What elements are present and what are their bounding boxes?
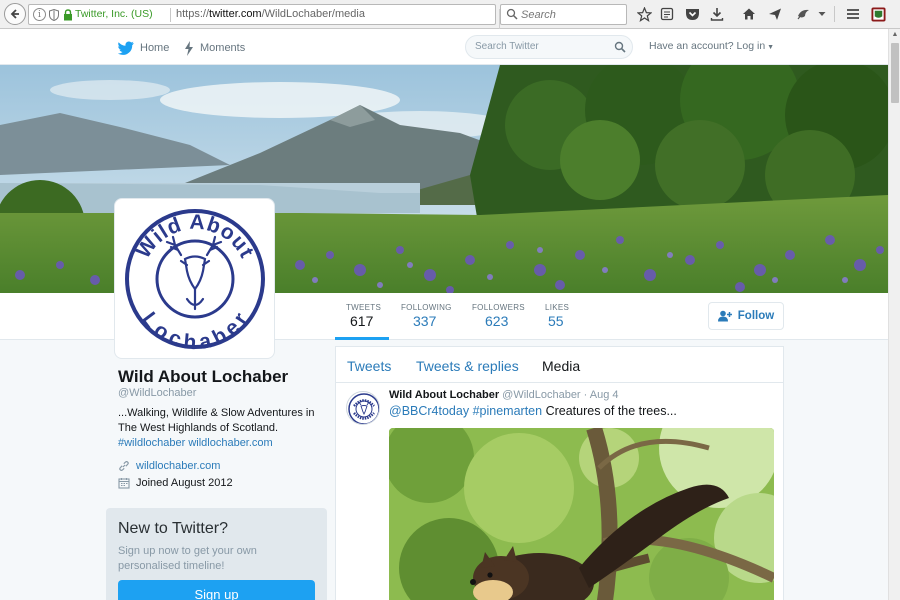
stat-likes[interactable]: LIKES 55 [545, 293, 585, 340]
website-text: wildlochaber.com [136, 460, 221, 472]
signup-prompt: New to Twitter? Sign up now to get your … [106, 508, 327, 600]
tweet-separator: · [583, 389, 588, 401]
search-icon[interactable] [614, 41, 626, 53]
joined-text: Joined August 2012 [136, 477, 233, 489]
stat-tweets-label: TWEETS [346, 303, 382, 312]
search-icon [506, 8, 518, 20]
bio-hashtag[interactable]: #wildlochaber [118, 437, 185, 449]
login-link[interactable]: Have an account? Log in ▼ [649, 40, 774, 52]
twitter-search-placeholder: Search Twitter [475, 41, 539, 52]
calendar-icon [118, 478, 130, 489]
info-icon[interactable]: i [33, 8, 46, 21]
back-button[interactable] [4, 3, 26, 25]
stat-tweets[interactable]: TWEETS 617 [335, 293, 389, 340]
profile-joined: Joined August 2012 [118, 476, 233, 490]
stat-following[interactable]: FOLLOWING 337 [401, 293, 461, 340]
browser-search-box[interactable]: Search [500, 4, 627, 25]
tweet-author-handle[interactable]: @WildLochaber [502, 389, 580, 401]
url-prefix: https:// [176, 8, 210, 20]
follow-label: Follow [737, 310, 775, 322]
scroll-up-arrow-icon[interactable]: ▲ [889, 29, 900, 41]
shield-icon[interactable] [49, 9, 59, 21]
tweet-author-name[interactable]: Wild About Lochaber [389, 389, 499, 401]
nav-home-label: Home [140, 42, 170, 54]
toolbar-divider [834, 6, 835, 22]
tab-tweets-replies[interactable]: Tweets & replies [416, 358, 519, 374]
tweet-avatar[interactable] [346, 391, 380, 425]
tweet-mention[interactable]: @BBCr4today [389, 404, 469, 418]
page-scrollbar[interactable]: ▲ [888, 29, 900, 600]
stat-followers-value: 623 [485, 313, 509, 329]
pine-marten-photo [389, 428, 774, 600]
browser-search-placeholder: Search [521, 9, 556, 21]
site-identity[interactable]: Twitter, Inc. (US) [75, 8, 153, 20]
tab-tweets[interactable]: Tweets [347, 358, 391, 374]
tweet-header: Wild About Lochaber @WildLochaber · Aug … [389, 389, 619, 401]
follow-button[interactable]: Follow [708, 302, 784, 330]
caret-down-icon: ▼ [765, 44, 775, 51]
login-text: Have an account? Log in [649, 40, 766, 52]
bookmark-star-icon[interactable] [636, 6, 652, 22]
chevron-down-icon[interactable] [817, 6, 827, 22]
reading-list-icon[interactable] [659, 6, 675, 22]
profile-name[interactable]: Wild About Lochaber [118, 367, 288, 387]
bio-link[interactable]: wildlochaber.com [188, 437, 272, 449]
tweet-body: Creatures of the trees... [545, 404, 677, 418]
tweet-hashtag[interactable]: #pinemarten [473, 404, 543, 418]
stat-tweets-value: 617 [350, 313, 374, 329]
url-host: twitter.com [209, 8, 262, 20]
back-arrow-icon [10, 9, 19, 19]
stat-followers[interactable]: FOLLOWERS 623 [472, 293, 532, 340]
stat-following-value: 337 [413, 313, 437, 329]
lock-icon[interactable] [63, 9, 73, 21]
tab-media[interactable]: Media [542, 358, 580, 374]
address-bar[interactable]: i Twitter, Inc. (US) https://twitter.com… [28, 4, 515, 30]
tweet-media-photo[interactable] [389, 428, 774, 600]
pocket-icon[interactable] [684, 6, 700, 22]
tweet-text: @BBCr4today #pinemarten Creatures of the… [389, 404, 677, 418]
signup-title: New to Twitter? [118, 520, 228, 537]
lightning-icon [185, 40, 193, 56]
addon-shield-icon[interactable] [870, 6, 886, 22]
scroll-thumb[interactable] [891, 43, 899, 103]
profile-tabs: Tweets Tweets & replies Media [336, 347, 783, 383]
home-icon[interactable] [741, 6, 757, 22]
link-icon [119, 461, 129, 471]
downloads-icon[interactable] [709, 6, 725, 22]
profile-website[interactable]: wildlochaber.com [118, 459, 220, 473]
nav-moments[interactable]: Moments [184, 39, 245, 57]
tweet-date[interactable]: Aug 4 [590, 389, 619, 401]
stat-likes-value: 55 [548, 313, 564, 329]
bio-text: ...Walking, Wildlife & Slow Adventures i… [118, 407, 315, 434]
timeline: Tweets Tweets & replies Media Wild About… [335, 346, 784, 600]
profile-handle[interactable]: @WildLochaber [118, 387, 196, 399]
stat-following-label: FOLLOWING [401, 303, 452, 312]
nav-home[interactable]: Home [118, 39, 169, 57]
stat-likes-label: LIKES [545, 303, 570, 312]
profile-avatar[interactable]: Wild About Lochaber [114, 198, 275, 359]
add-user-icon [717, 310, 732, 322]
url-separator [170, 8, 171, 22]
twitter-bird-icon [118, 41, 134, 55]
browser-toolbar: i Twitter, Inc. (US) https://twitter.com… [0, 0, 900, 30]
menu-icon[interactable] [845, 6, 861, 22]
stat-followers-label: FOLLOWERS [472, 303, 525, 312]
url-text[interactable]: https://twitter.com/WildLochaber/media [176, 8, 365, 20]
extension-icon[interactable] [795, 6, 811, 22]
tweet-avatar-logo [348, 393, 379, 424]
signup-button[interactable]: Sign up [118, 580, 315, 600]
twitter-top-nav: Home Moments Search Twitter Have an acco… [0, 29, 888, 65]
twitter-search-input[interactable]: Search Twitter [465, 35, 633, 59]
signup-description: Sign up now to get your own personalised… [118, 545, 257, 572]
wild-about-lochaber-logo: Wild About Lochaber [125, 209, 265, 355]
profile-bio: ...Walking, Wildlife & Slow Adventures i… [118, 406, 318, 451]
nav-moments-label: Moments [200, 42, 246, 54]
send-icon[interactable] [767, 6, 783, 22]
url-path: /WildLochaber/media [261, 8, 365, 20]
